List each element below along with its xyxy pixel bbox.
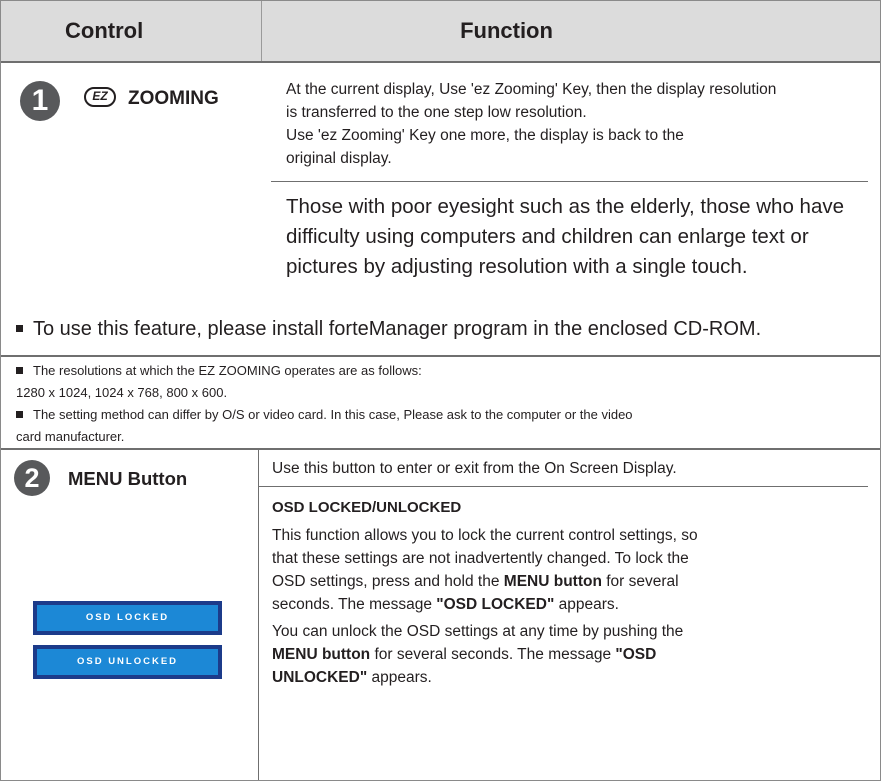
desc-line: original display. xyxy=(286,150,392,167)
benefit-line: pictures by adjusting resolution with a … xyxy=(286,255,748,278)
note-resolutions: The resolutions at which the EZ ZOOMING … xyxy=(16,363,422,400)
zooming-benefit: Those with poor eyesight such as the eld… xyxy=(286,192,844,282)
bullet-icon xyxy=(16,367,23,375)
desc-line: is transferred to the one step low resol… xyxy=(286,104,587,121)
bullet-icon xyxy=(16,325,23,333)
desc-line: At the current display, Use 'ez Zooming'… xyxy=(286,81,777,98)
osd-unlock-paragraph: You can unlock the OSD settings at any t… xyxy=(272,623,684,686)
step-number-1: 1 xyxy=(20,81,60,121)
table-header: Control Function xyxy=(1,1,880,63)
osd-locked-sample: OSD LOCKED xyxy=(33,601,222,635)
desc-line: Use 'ez Zooming' Key one more, the displ… xyxy=(286,127,684,144)
menu-button-label: MENU Button xyxy=(68,468,188,489)
step-number-2: 2 xyxy=(14,460,50,496)
zooming-control-label: EZ ZOOMING xyxy=(84,86,219,110)
divider xyxy=(1,448,880,450)
bullet-icon xyxy=(16,411,23,419)
zooming-label: ZOOMING xyxy=(128,88,219,109)
osd-unlocked-sample: OSD UNLOCKED xyxy=(33,645,222,679)
benefit-line: difficulty using computers and children … xyxy=(286,225,809,248)
column-divider xyxy=(258,450,259,780)
menu-enter-exit: Use this button to enter or exit from th… xyxy=(272,460,677,477)
divider xyxy=(259,486,868,487)
osd-lock-subheading: OSD LOCKED/UNLOCKED xyxy=(272,499,462,516)
divider xyxy=(271,181,868,182)
divider xyxy=(1,355,880,357)
zooming-description: At the current display, Use 'ez Zooming'… xyxy=(286,78,776,170)
ez-icon: EZ xyxy=(84,86,116,107)
osd-lock-paragraph: This function allows you to lock the cur… xyxy=(272,527,698,613)
note-setting-method: The setting method can differ by O/S or … xyxy=(16,407,633,444)
install-note: To use this feature, please install fort… xyxy=(16,314,761,344)
benefit-line: Those with poor eyesight such as the eld… xyxy=(286,195,844,218)
header-function: Function xyxy=(460,18,553,43)
